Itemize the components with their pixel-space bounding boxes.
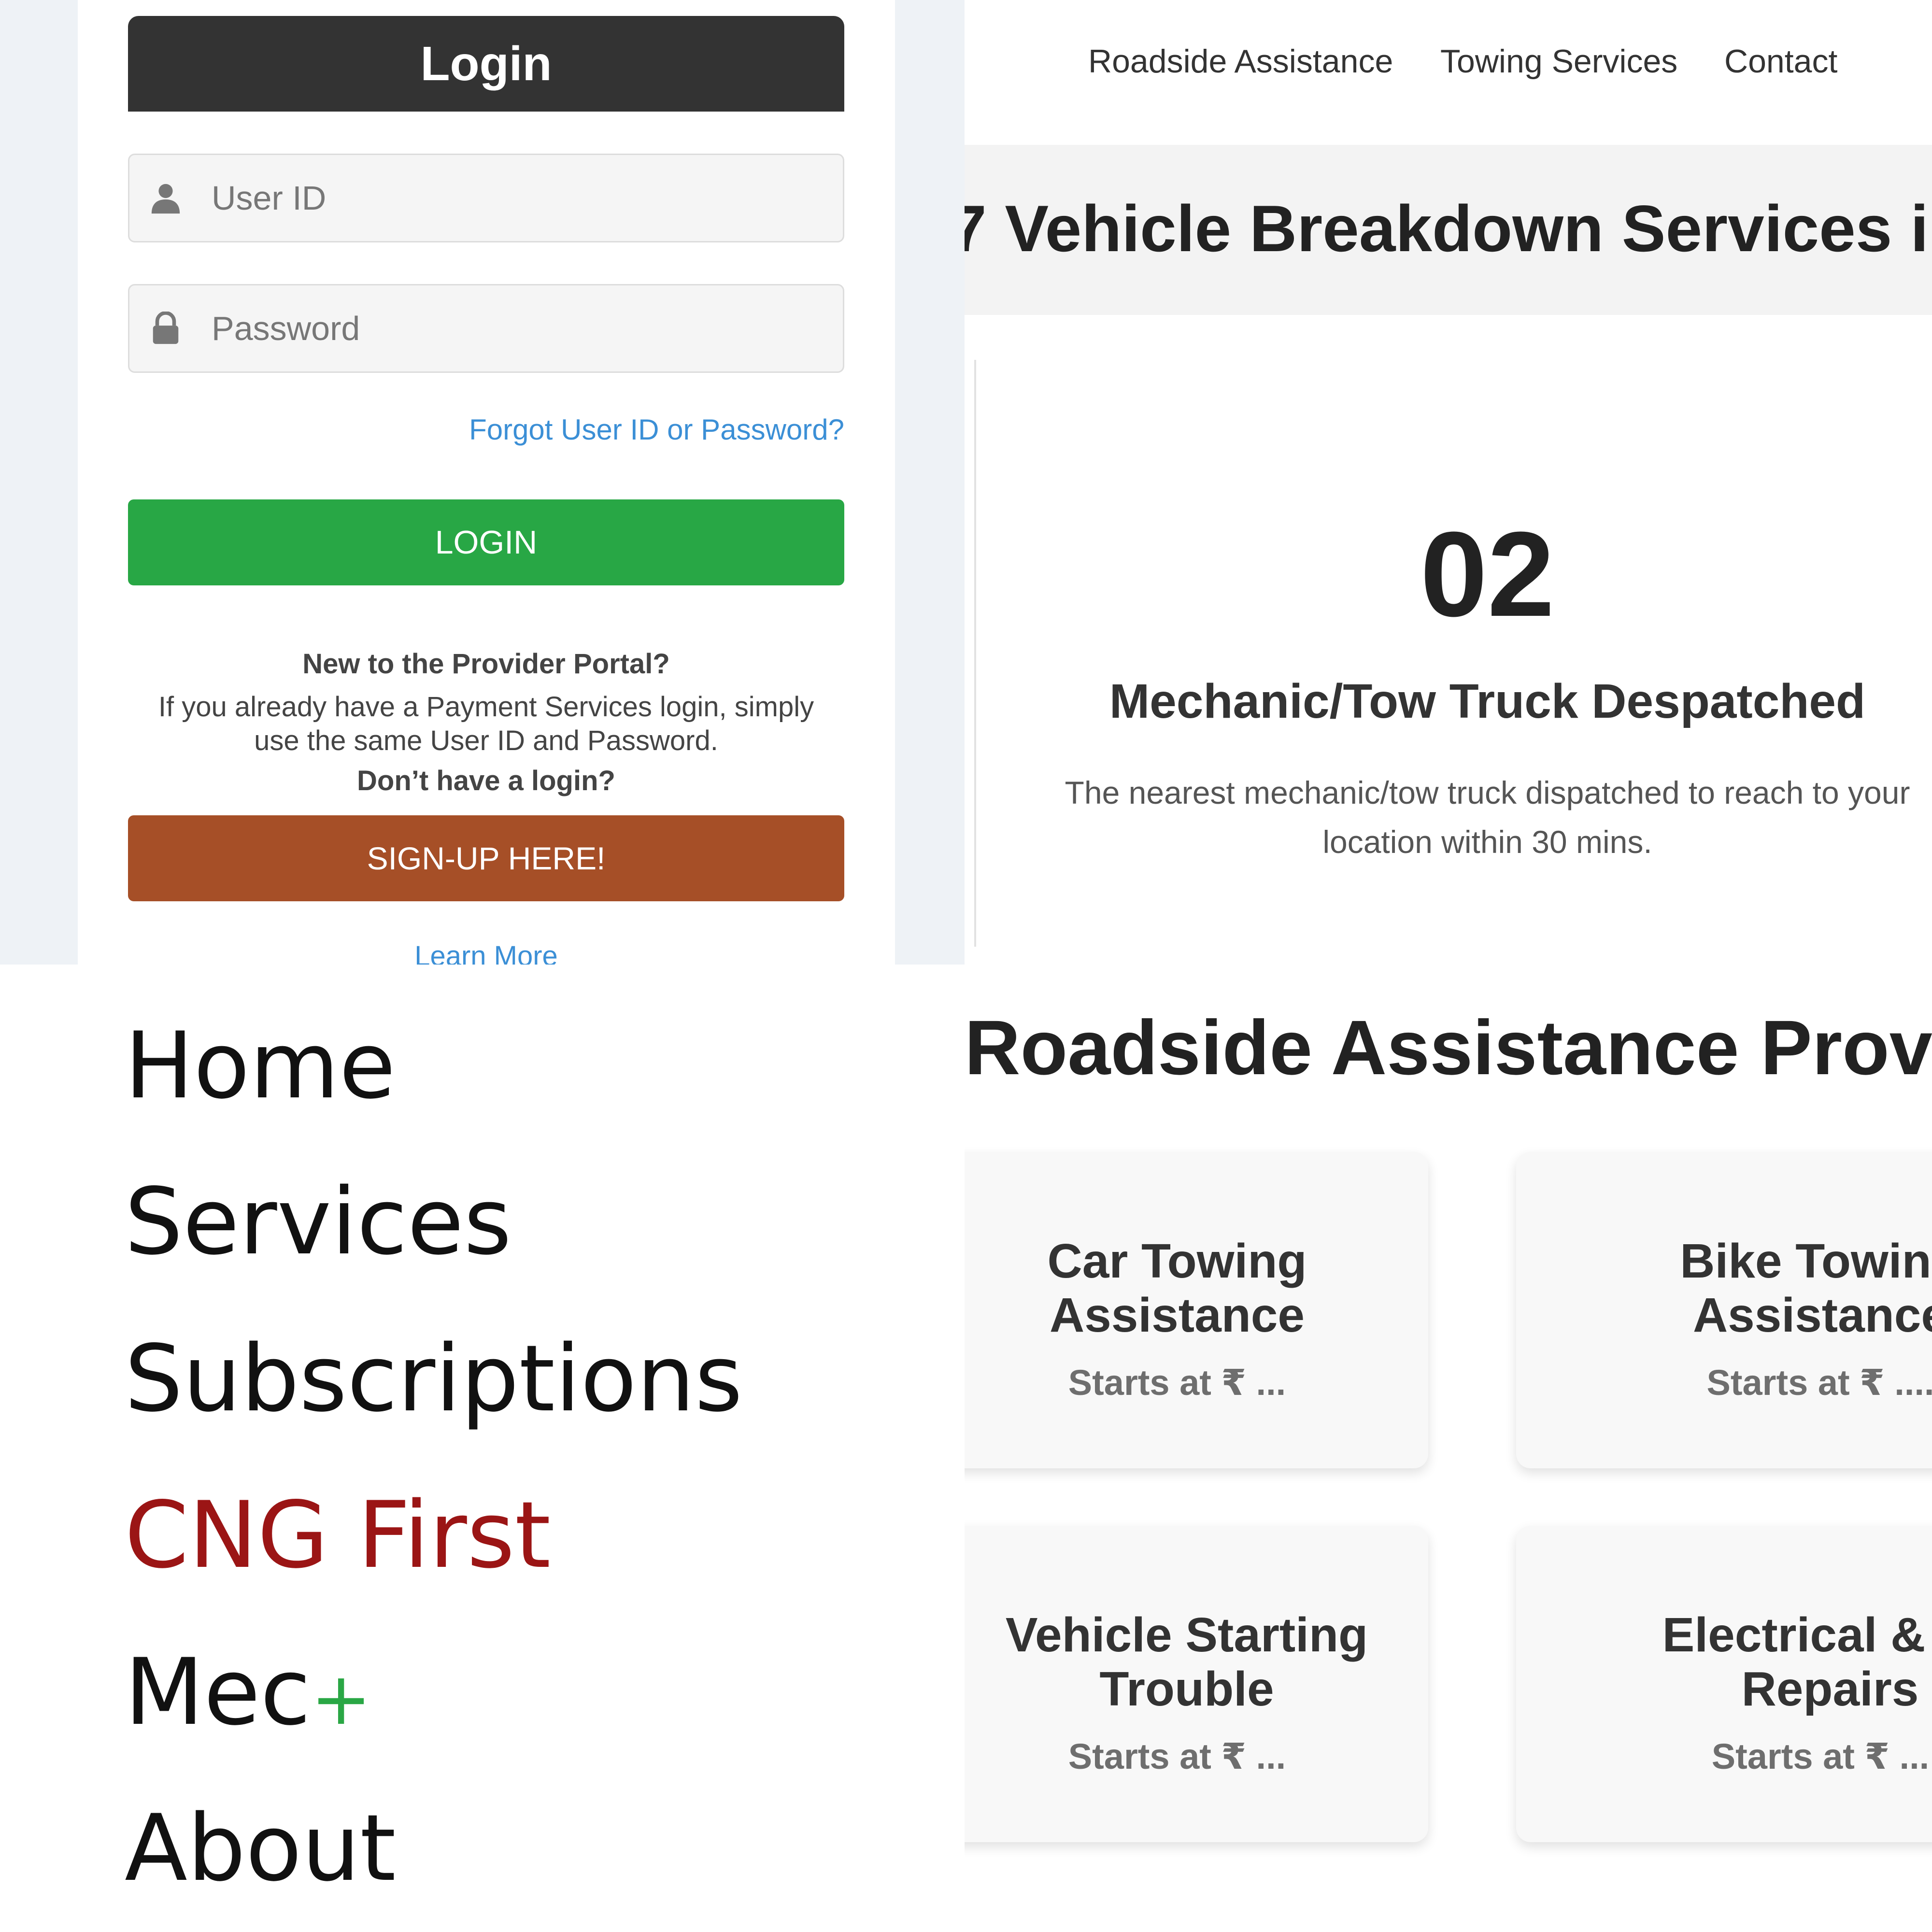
password-field[interactable] (128, 284, 844, 373)
menu-item-mec-plus[interactable]: Mec+ (125, 1639, 371, 1752)
service-title-line: Assistance (1692, 1288, 1932, 1342)
forgot-credentials-link[interactable]: Forgot User ID or Password? (469, 413, 844, 446)
existing-login-text: If you already have a Payment Services l… (158, 691, 814, 756)
service-title-line: Assistance (1049, 1288, 1305, 1342)
menu-item-services[interactable]: Services (125, 1169, 511, 1275)
service-title-line: Repairs (1741, 1662, 1919, 1716)
menu-item-subscriptions[interactable]: Subscriptions (125, 1326, 743, 1432)
signup-button[interactable]: SIGN-UP HERE! (128, 815, 844, 901)
login-title: Login (128, 16, 844, 112)
userid-field[interactable] (128, 154, 844, 242)
top-navigation: Roadside Assistance Towing Services Cont… (965, 0, 1932, 145)
step-number: 02 (1420, 507, 1555, 641)
service-card-car-towing[interactable]: Car Towing Assistance Starts at ₹ ... (965, 1152, 1428, 1468)
service-card-electrical-repairs[interactable]: Electrical & Fu Repairs Starts at ₹ ... (1516, 1526, 1932, 1842)
service-title: Bike Towing Assistance (1569, 1234, 1932, 1342)
password-input[interactable] (212, 309, 791, 348)
service-title-line: Bike Towing (1680, 1234, 1932, 1288)
service-price: Starts at ₹ ... (1711, 1736, 1930, 1776)
userid-input[interactable] (212, 179, 791, 217)
service-price: Starts at ₹ .... (1706, 1363, 1932, 1403)
service-title-line: Vehicle Starting (1005, 1608, 1368, 1662)
menu-item-cng-first[interactable]: CNG First (125, 1482, 551, 1589)
service-price: Starts at ₹ ... (1068, 1736, 1286, 1776)
breakdown-services-section: Roadside Assistance Towing Services Cont… (965, 0, 1932, 965)
login-section: Login Forgot User ID or Password? LOGIN … (0, 0, 965, 965)
login-card: Login Forgot User ID or Password? LOGIN … (78, 0, 895, 965)
menu-item-about[interactable]: About (125, 1795, 396, 1902)
nav-towing-services[interactable]: Towing Services (1440, 43, 1677, 80)
lock-icon (153, 312, 179, 344)
service-title: Car Towing Assistance (965, 1234, 1428, 1342)
nav-roadside-assistance[interactable]: Roadside Assistance (1088, 43, 1393, 80)
step-description: The nearest mechanic/tow truck dispatche… (1065, 775, 1910, 860)
service-card-bike-towing[interactable]: Bike Towing Assistance Starts at ₹ .... (1516, 1152, 1932, 1468)
new-user-question: New to the Provider Portal? (302, 648, 670, 680)
learn-more-container: Learn More (128, 939, 844, 965)
user-icon (151, 184, 180, 214)
step-title: Mechanic/Tow Truck Despatched (1109, 674, 1866, 728)
service-title: Electrical & Fu Repairs (1579, 1608, 1932, 1716)
service-title-line: Car Towing (1047, 1234, 1307, 1288)
provider-portal-info: New to the Provider Portal? If you alrea… (128, 645, 844, 800)
plus-icon: + (311, 1657, 371, 1741)
process-step-card: 02 Mechanic/Tow Truck Despatched The nea… (974, 360, 1932, 947)
service-card-starting-trouble[interactable]: Vehicle Starting Trouble Starts at ₹ ... (965, 1526, 1428, 1842)
nav-contact[interactable]: Contact (1724, 43, 1837, 80)
menu-item-home[interactable]: Home (125, 1013, 396, 1119)
provider-section-title: Roadside Assistance Provid (965, 1004, 1932, 1091)
hero-title: 7 Vehicle Breakdown Services i (965, 192, 1929, 265)
service-title: Vehicle Starting Trouble (965, 1608, 1428, 1716)
provider-services-section: Roadside Assistance Provid Car Towing As… (965, 965, 1932, 1932)
menu-item-mec-label: Mec (125, 1639, 311, 1746)
login-button[interactable]: LOGIN (128, 499, 844, 585)
service-title-line: Electrical & Fu (1662, 1608, 1932, 1662)
service-title-line: Trouble (1099, 1662, 1274, 1716)
hero-banner: 7 Vehicle Breakdown Services i (965, 145, 1932, 315)
forgot-link-container: Forgot User ID or Password? (128, 413, 844, 446)
learn-more-link[interactable]: Learn More (414, 940, 558, 965)
no-login-question: Don’t have a login? (357, 765, 615, 796)
main-menu: Home Services Subscriptions CNG First Me… (0, 965, 965, 1932)
service-price: Starts at ₹ ... (1068, 1363, 1286, 1403)
